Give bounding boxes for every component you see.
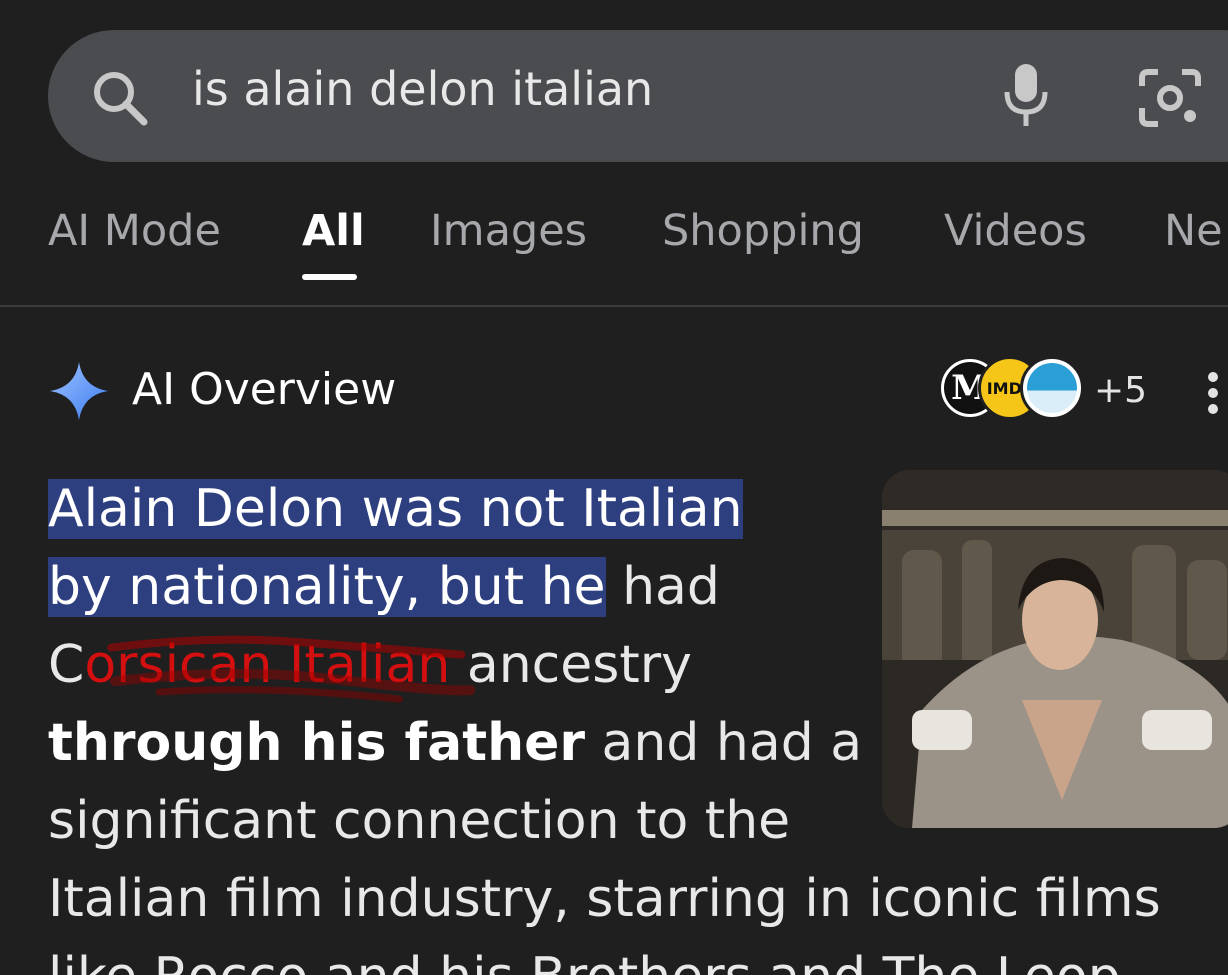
tabs-divider [0, 305, 1228, 307]
text-line-7: like Rocco and his Brothers and The Leop [48, 938, 1121, 975]
text-span: and had a [585, 713, 863, 773]
highlighted-text: by nationality, but he [48, 557, 606, 617]
tab-shopping[interactable]: Shopping [662, 206, 864, 258]
text-line-1: Alain Delon was not Italian [48, 470, 743, 548]
text-span: Italian film industry, starring in iconi… [48, 869, 1161, 929]
text-span: ancestry [450, 635, 692, 695]
highlighted-text: Alain Delon was not Italian [48, 479, 743, 539]
alain-delon-photo[interactable] [882, 470, 1228, 828]
text-span: had [605, 557, 720, 617]
tab-ai-mode[interactable]: AI Mode [48, 206, 221, 258]
search-input[interactable]: is alain delon italian [192, 62, 653, 117]
search-icon [94, 72, 148, 126]
text-line-6: Italian film industry, starring in iconi… [48, 860, 1161, 938]
tab-images[interactable]: Images [430, 206, 587, 258]
france24-logo-icon[interactable] [1020, 356, 1084, 420]
text-span: significant connection to the [48, 791, 791, 851]
text-line-5: significant connection to the [48, 782, 790, 860]
camera-lens-icon[interactable] [1138, 68, 1202, 128]
source-favicons[interactable]: M IMDb [938, 356, 1098, 426]
tab-news[interactable]: Ne [1164, 206, 1223, 258]
active-tab-indicator [302, 274, 357, 280]
text-line-2: by nationality, but he had [48, 548, 720, 626]
sparkle-icon [50, 362, 108, 420]
more-options-icon[interactable] [1208, 372, 1222, 416]
page: is alain delon italian AI Mode All Image… [0, 0, 1228, 975]
text-line-3: Corsican Italian ancestry [48, 626, 692, 704]
more-sources-count[interactable]: +5 [1094, 369, 1147, 412]
ai-overview-title: AI Overview [132, 364, 397, 415]
red-annotated-text: orsican Italian [84, 635, 451, 695]
text-span: C [48, 635, 85, 695]
bold-text: through his father [48, 713, 586, 773]
text-line-4: through his father and had a [48, 704, 862, 782]
search-tabs: AI Mode All Images Shopping Videos Ne [0, 200, 1228, 306]
tab-all[interactable]: All [302, 206, 365, 258]
tab-videos[interactable]: Videos [944, 206, 1087, 258]
text-span: like Rocco and his Brothers and The Leop [48, 947, 1121, 975]
microphone-icon[interactable] [1000, 62, 1052, 130]
